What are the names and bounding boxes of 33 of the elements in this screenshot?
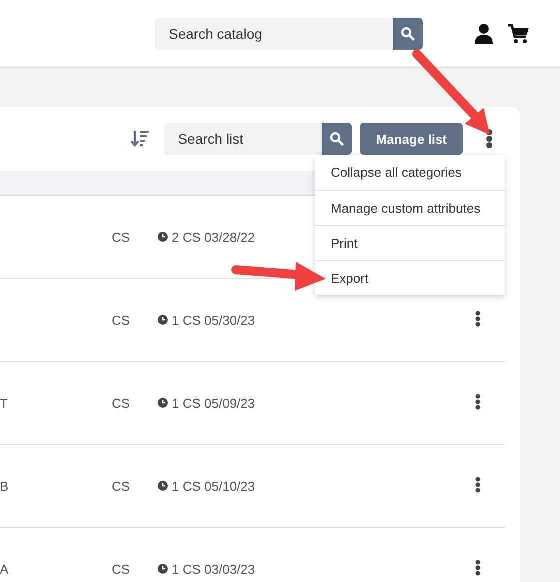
clock-icon <box>158 232 168 242</box>
unit-label: CS <box>112 312 132 328</box>
manage-list-button[interactable]: Manage list <box>360 123 463 155</box>
more-icon[interactable] <box>475 394 481 410</box>
clock-icon <box>158 315 168 325</box>
menu-item[interactable]: Manage custom attributes <box>315 190 505 225</box>
unit-label: CS <box>112 396 132 410</box>
order-history: 1 CS 05/10/23 <box>172 478 256 494</box>
search-button[interactable] <box>322 123 352 155</box>
item-name: T <box>0 396 9 410</box>
search-button[interactable] <box>393 18 423 50</box>
user-icon[interactable] <box>475 24 493 44</box>
clock-icon <box>158 564 168 574</box>
order-history: 1 CS 05/30/23 <box>172 312 256 328</box>
search-icon <box>330 132 344 146</box>
order-history: 2 CS 03/28/22 <box>172 230 256 244</box>
more-icon[interactable] <box>475 310 481 326</box>
more-icon[interactable] <box>475 476 481 492</box>
menu-item[interactable]: Collapse all categories <box>315 155 505 190</box>
item-name: B <box>0 478 10 494</box>
cart-icon[interactable] <box>508 24 530 44</box>
unit-label: CS <box>112 478 132 494</box>
item-name: A <box>0 562 10 576</box>
menu-item[interactable]: Print <box>315 225 505 260</box>
clock-icon <box>158 481 168 491</box>
unit-label: CS <box>112 230 132 244</box>
order-history: 1 CS 03/03/23 <box>172 562 256 576</box>
clock-icon <box>158 398 168 408</box>
sort-icon[interactable] <box>131 130 150 148</box>
unit-label: CS <box>112 562 132 576</box>
search-icon <box>401 26 415 40</box>
order-history: 1 CS 05/09/23 <box>172 396 256 410</box>
more-icon[interactable] <box>475 560 481 576</box>
